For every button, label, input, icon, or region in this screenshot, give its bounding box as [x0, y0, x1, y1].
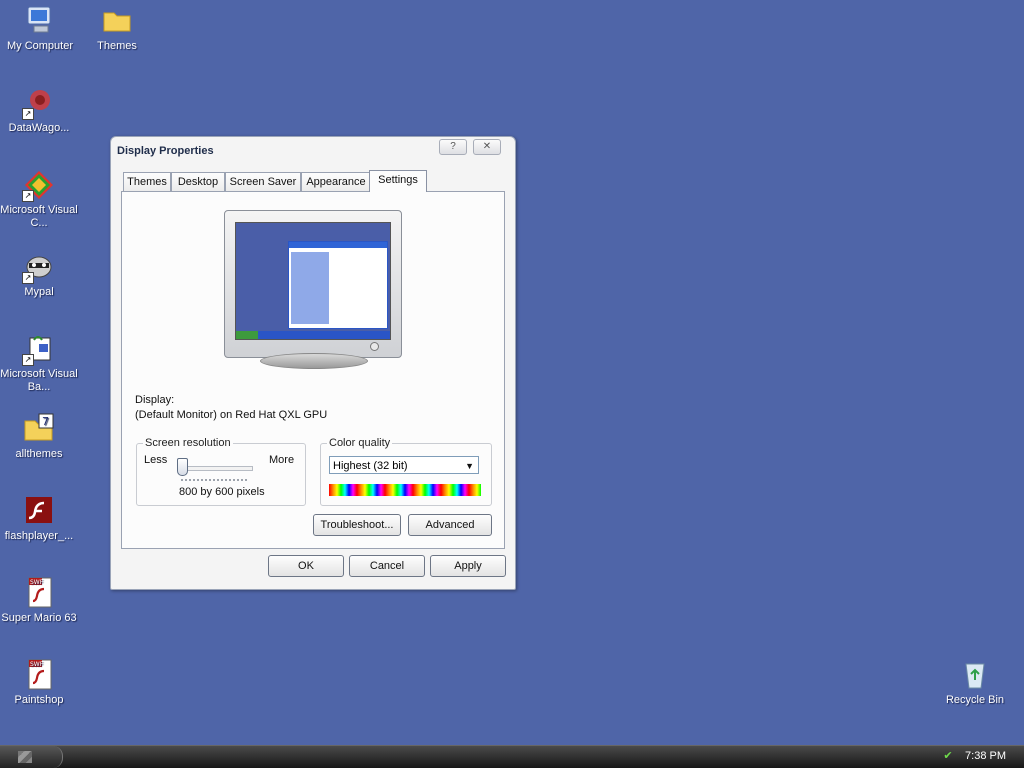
desktop-icon-label: DataWago... [8, 122, 70, 134]
desktop-icon-recycle-bin[interactable]: Recycle Bin [936, 658, 1014, 707]
svg-text:SWF: SWF [30, 579, 44, 586]
desktop-icon-label: Mypal [24, 286, 54, 298]
tab-settings[interactable]: Settings [369, 170, 427, 192]
help-button[interactable]: ? [439, 139, 467, 155]
desktop-icon-my-computer[interactable]: My Computer [1, 4, 79, 53]
recycle-bin-icon [958, 658, 992, 692]
ok-button[interactable]: OK [268, 555, 344, 577]
advanced-button[interactable]: Advanced [408, 514, 492, 536]
network-tray-icon[interactable]: ✔ [942, 750, 954, 762]
tab-strip: Themes Desktop Screen Saver Appearance S… [123, 170, 503, 192]
desktop-icon-label: Microsoft Visual C... [0, 204, 78, 229]
color-quality-title: Color quality [327, 437, 393, 449]
settings-panel: Display: (Default Monitor) on Red Hat QX… [121, 191, 505, 549]
close-button[interactable]: ✕ [473, 139, 501, 155]
dropdown-arrow-icon: ▼ [465, 461, 474, 471]
swf-file-icon: SWF [22, 658, 56, 692]
desktop-icon-label: Microsoft Visual Ba... [0, 368, 78, 393]
desktop-icon-super-mario[interactable]: SWF Super Mario 63 [0, 576, 78, 625]
computer-icon [23, 4, 57, 38]
more-label: More [269, 454, 295, 466]
taskbar-clock[interactable]: 7:38 PM [965, 750, 1006, 762]
color-spectrum-bar [329, 484, 481, 496]
tab-appearance[interactable]: Appearance [301, 172, 371, 191]
folder-icon: 7 [22, 412, 56, 446]
datawagon-icon: ↗ [22, 86, 56, 120]
monitor-power-icon [370, 342, 379, 351]
shortcut-arrow-icon: ↗ [22, 108, 34, 120]
desktop-icon-visual-c[interactable]: ↗ Microsoft Visual C... [0, 168, 78, 230]
troubleshoot-button[interactable]: Troubleshoot... [313, 514, 401, 536]
desktop-icon-visual-basic[interactable]: ↗ Microsoft Visual Ba... [0, 332, 78, 394]
desktop-icon-label: allthemes [15, 448, 63, 460]
color-quality-group: Color quality Highest (32 bit) ▼ [320, 437, 492, 506]
folder-icon [100, 4, 134, 38]
color-quality-value: Highest (32 bit) [333, 460, 408, 472]
desktop-icon-paintshop[interactable]: SWF Paintshop [0, 658, 78, 707]
preview-taskbar [236, 331, 390, 339]
screen-resolution-title: Screen resolution [143, 437, 233, 449]
display-label: Display: [135, 394, 175, 406]
mypal-icon: ↗ [22, 250, 56, 284]
desktop-icon-label: My Computer [6, 40, 74, 52]
display-device: (Default Monitor) on Red Hat QXL GPU [135, 409, 328, 421]
tab-desktop[interactable]: Desktop [171, 172, 225, 191]
desktop-icon-label: Paintshop [14, 694, 64, 706]
flash-icon [22, 494, 56, 528]
desktop-icon-datawagon[interactable]: ↗ DataWago... [0, 86, 78, 135]
start-button[interactable] [0, 746, 63, 768]
swf-file-icon: SWF [22, 576, 56, 610]
screen-resolution-group: Screen resolution Less More 800 by 600 p… [136, 437, 306, 506]
less-label: Less [144, 454, 168, 466]
desktop-icon-mypal[interactable]: ↗ Mypal [0, 250, 78, 299]
desktop-icon-label: Themes [97, 40, 137, 52]
resolution-slider-thumb[interactable] [177, 458, 188, 476]
preview-start-button [236, 331, 258, 339]
taskbar: ✔ 7:38 PM [0, 745, 1024, 768]
svg-text:7: 7 [42, 415, 49, 428]
shortcut-arrow-icon: ↗ [22, 190, 34, 202]
desktop-icon-label: flashplayer_... [4, 530, 74, 542]
desktop-icon-allthemes[interactable]: 7 allthemes [0, 412, 78, 461]
windows-logo-icon [18, 751, 32, 763]
color-quality-select[interactable]: Highest (32 bit) ▼ [329, 456, 479, 474]
resolution-slider-track[interactable] [181, 466, 253, 471]
shortcut-arrow-icon: ↗ [22, 272, 34, 284]
monitor-preview [224, 210, 402, 358]
desktop-icon-themes[interactable]: Themes [78, 4, 156, 53]
tab-themes[interactable]: Themes [123, 172, 171, 191]
window-title: Display Properties [117, 145, 214, 157]
monitor-stand [260, 353, 368, 369]
monitor-screen [235, 222, 391, 340]
visual-basic-icon: ↗ [22, 332, 56, 366]
apply-button[interactable]: Apply [430, 555, 506, 577]
preview-window [288, 241, 388, 329]
display-properties-window: Display Properties ? ✕ Themes Desktop Sc… [110, 136, 516, 590]
shortcut-arrow-icon: ↗ [22, 354, 34, 366]
desktop-icon-label: Recycle Bin [945, 694, 1005, 706]
tab-screen-saver[interactable]: Screen Saver [225, 172, 301, 191]
desktop-icon-label: Super Mario 63 [1, 612, 77, 624]
title-bar[interactable]: Display Properties ? ✕ [111, 137, 515, 163]
visual-c-icon: ↗ [22, 168, 56, 202]
svg-text:SWF: SWF [30, 661, 44, 668]
desktop-icon-flashplayer[interactable]: flashplayer_... [0, 494, 78, 543]
cancel-button[interactable]: Cancel [349, 555, 425, 577]
resolution-slider-ticks [181, 479, 247, 483]
resolution-value: 800 by 600 pixels [179, 486, 265, 498]
